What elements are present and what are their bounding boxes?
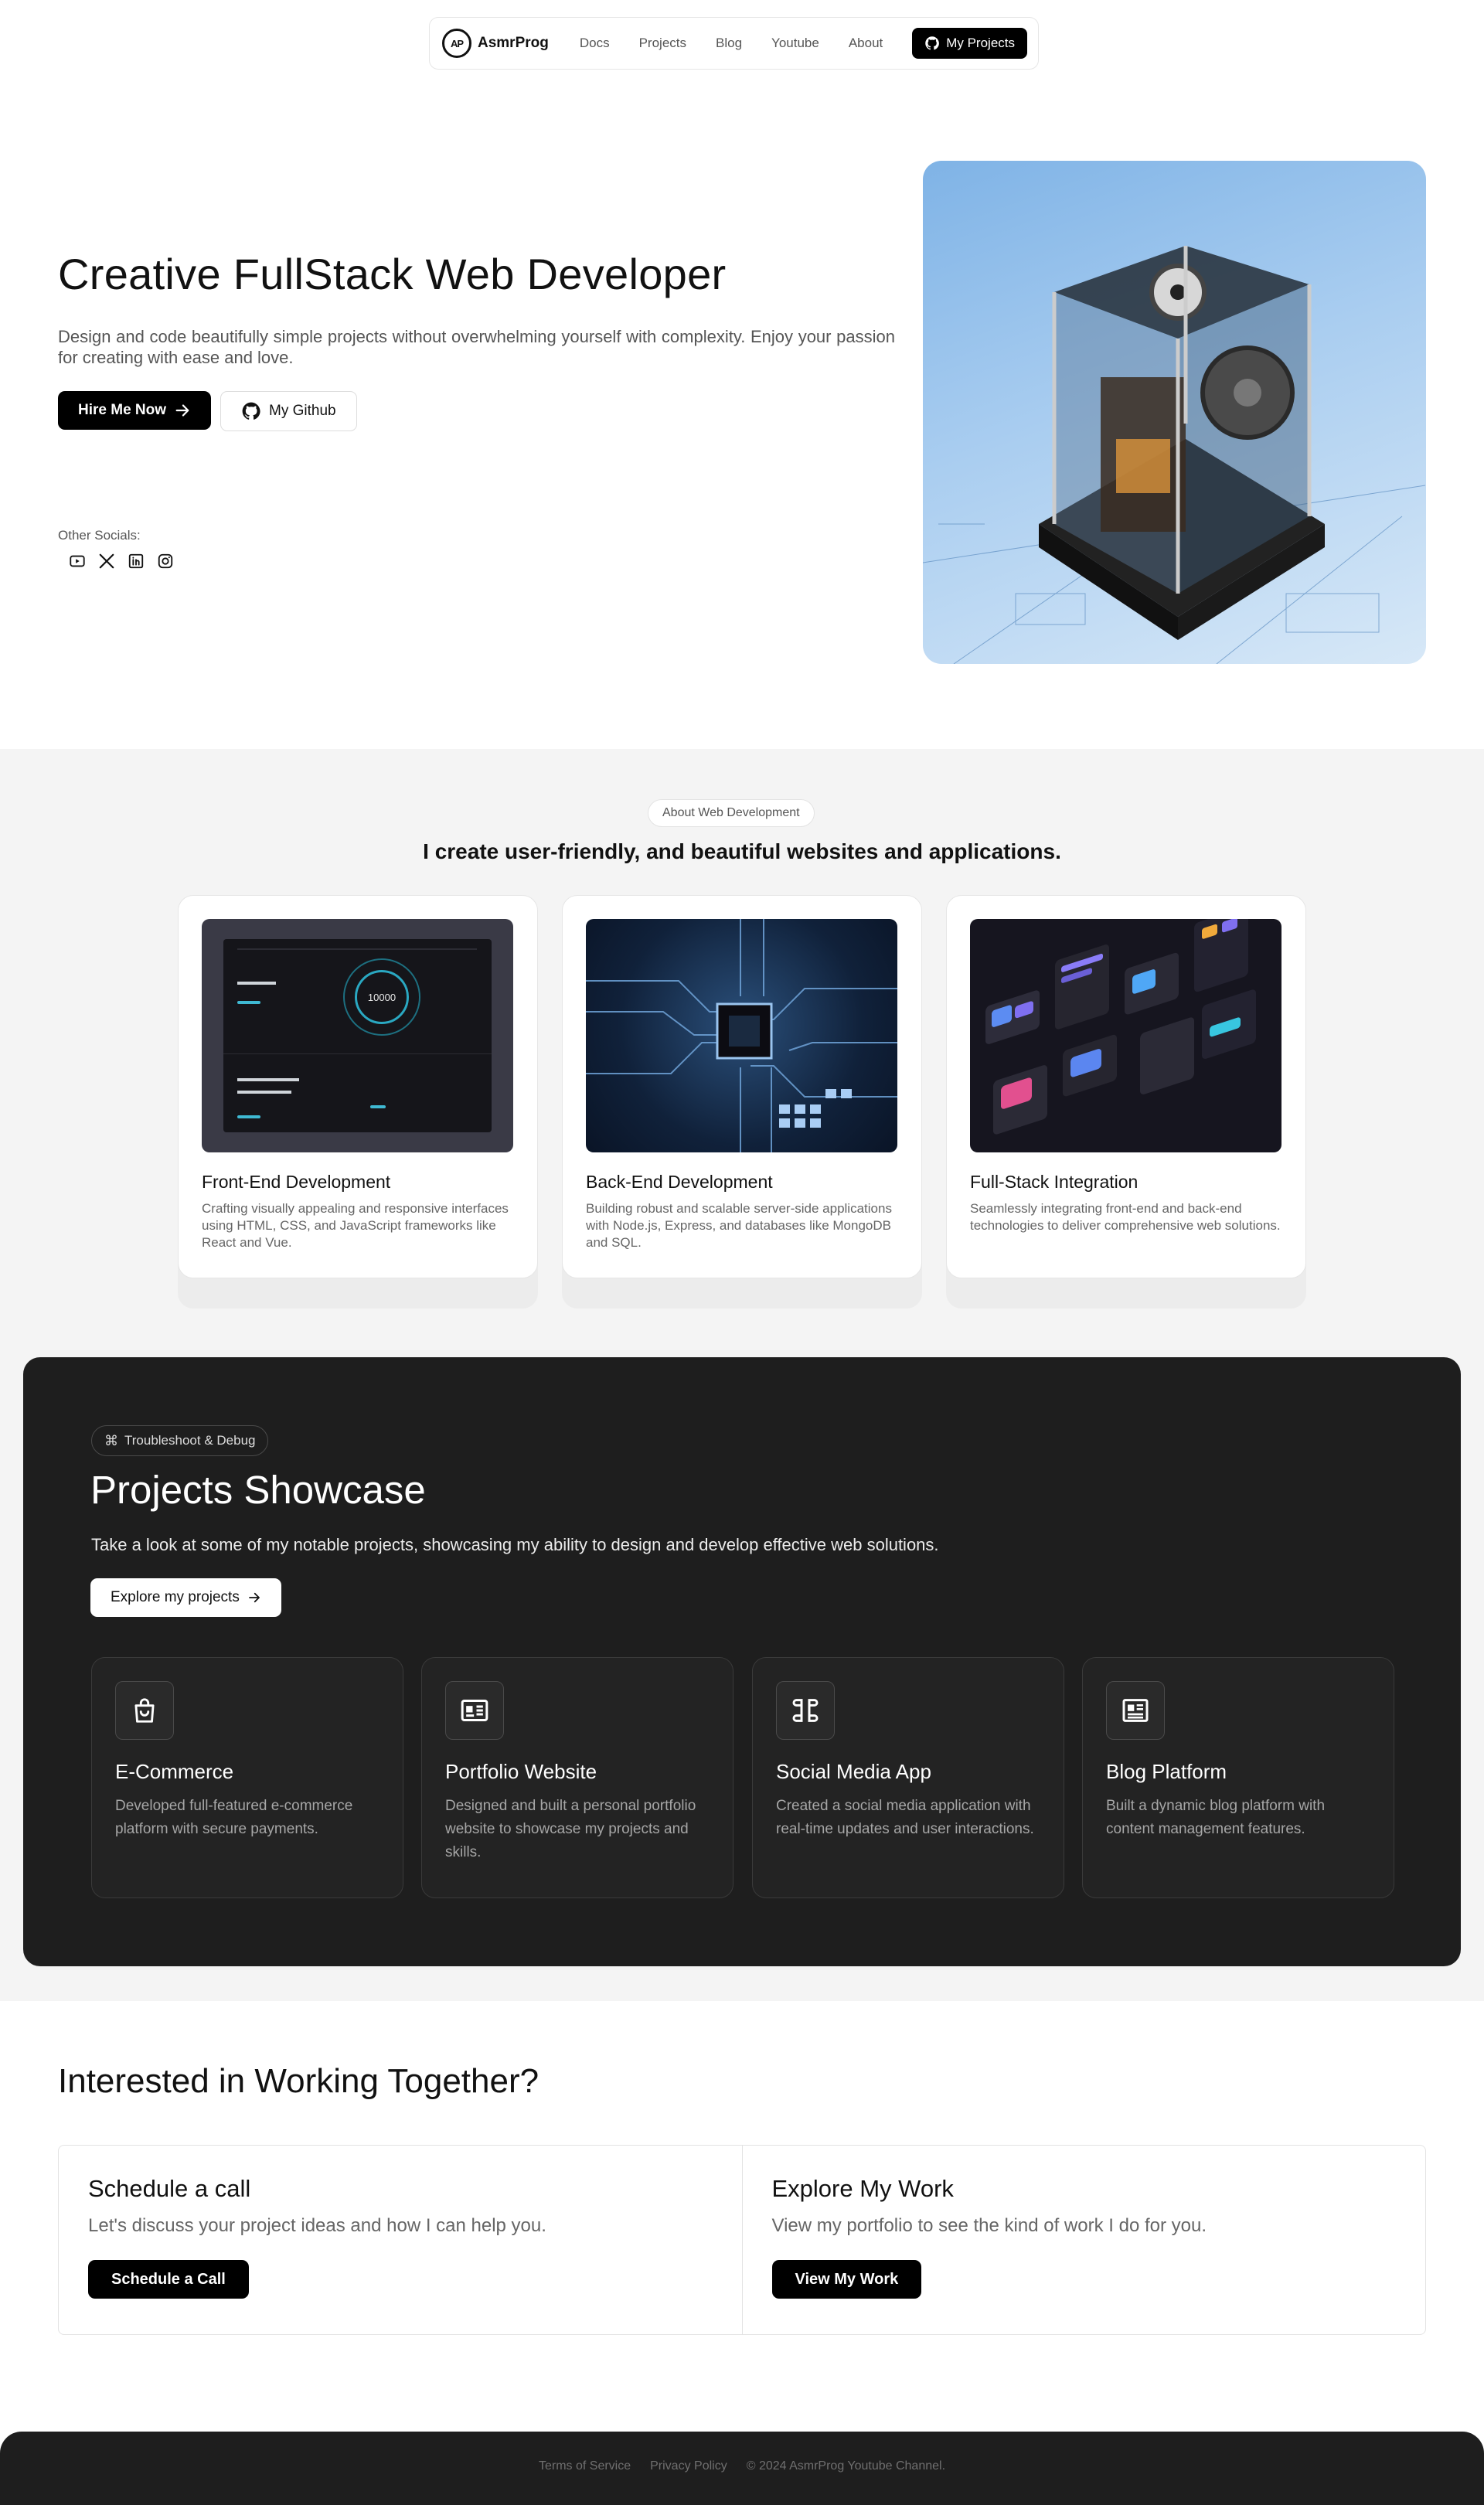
nav-link-about[interactable]: About [849, 36, 883, 51]
project-card-social[interactable]: Social Media App Created a social media … [752, 1657, 1064, 1898]
my-projects-button[interactable]: My Projects [912, 28, 1027, 59]
projects-pill-label: Troubleshoot & Debug [124, 1433, 256, 1448]
nav-links: Docs Projects Blog Youtube About [580, 36, 883, 51]
projects-pill: ⌘ Troubleshoot & Debug [91, 1425, 269, 1456]
frontend-illustration: 10000 [202, 919, 513, 1152]
project-description: Created a social media application with … [776, 1798, 1034, 1837]
fullstack-illustration [970, 919, 1281, 1152]
explore-description: View my portfolio to see the kind of wor… [771, 2215, 1207, 2236]
arrow-right-icon [175, 404, 189, 417]
nav-link-blog[interactable]: Blog [716, 36, 742, 51]
explore-work-panel: Explore My Work View my portfolio to see… [741, 2146, 1426, 2334]
project-title: Social Media App [776, 1760, 931, 1783]
nav-link-docs[interactable]: Docs [580, 36, 610, 51]
service-card-frontend: 10000 Front-End Development Crafting vis… [178, 895, 538, 1278]
command-icon: ⌘ [104, 1432, 118, 1448]
service-title: Back-End Development [586, 1172, 773, 1192]
schedule-call-panel: Schedule a call Let's discuss your proje… [59, 2146, 742, 2334]
brand-link[interactable]: AP AsmrProg [442, 29, 549, 58]
id-card-icon [445, 1681, 504, 1740]
cta-title: Interested in Working Together? [58, 2062, 539, 2100]
privacy-link[interactable]: Privacy Policy [650, 2459, 727, 2473]
linkedin-icon[interactable] [127, 552, 145, 570]
explore-projects-label: Explore my projects [111, 1589, 240, 1605]
instagram-icon[interactable] [156, 552, 175, 570]
view-work-button[interactable]: View My Work [771, 2260, 922, 2299]
backend-illustration [586, 919, 897, 1152]
schedule-title: Schedule a call [88, 2175, 251, 2202]
hire-me-label: Hire Me Now [78, 402, 167, 418]
newspaper-icon [1106, 1681, 1165, 1740]
project-card-portfolio[interactable]: Portfolio Website Designed and built a p… [421, 1657, 733, 1898]
service-description: Seamlessly integrating front-end and bac… [970, 1201, 1281, 1233]
github-icon [242, 402, 260, 420]
counter-text: 10000 [355, 970, 409, 1024]
project-title: E-Commerce [115, 1760, 234, 1783]
hero-description: Design and code beautifully simple proje… [58, 327, 895, 367]
service-card-fullstack: Full-Stack Integration Seamlessly integr… [946, 895, 1306, 1278]
hire-me-button[interactable]: Hire Me Now [58, 391, 212, 430]
nav-link-projects[interactable]: Projects [639, 36, 686, 51]
schedule-description: Let's discuss your project ideas and how… [88, 2215, 546, 2236]
schedule-call-button[interactable]: Schedule a Call [88, 2260, 249, 2299]
project-card-blog[interactable]: Blog Platform Built a dynamic blog platf… [1082, 1657, 1394, 1898]
github-button[interactable]: My Github [220, 391, 357, 431]
service-description: Crafting visually appealing and responsi… [202, 1201, 509, 1250]
x-icon[interactable] [97, 552, 116, 570]
project-description: Built a dynamic blog platform with conte… [1106, 1798, 1326, 1837]
cta-box: Schedule a call Let's discuss your proje… [58, 2145, 1426, 2335]
hero-title: Creative FullStack Web Developer [58, 250, 727, 298]
apps-icon [776, 1681, 835, 1740]
explore-projects-button[interactable]: Explore my projects [90, 1578, 281, 1617]
service-card-backend: Back-End Development Building robust and… [562, 895, 922, 1278]
brand-logo-icon: AP [442, 29, 471, 58]
footer: Terms of Service Privacy Policy © 2024 A… [0, 2432, 1484, 2505]
project-card-ecommerce[interactable]: E-Commerce Developed full-featured e-com… [91, 1657, 403, 1898]
projects-title: Projects Showcase [90, 1468, 426, 1512]
about-pill: About Web Development [648, 799, 815, 827]
youtube-icon[interactable] [68, 552, 87, 570]
github-label: My Github [269, 403, 336, 419]
service-description: Building robust and scalable server-side… [586, 1201, 892, 1250]
top-navbar: AP AsmrProg Docs Projects Blog Youtube A… [429, 17, 1039, 70]
copyright-text: © 2024 AsmrProg Youtube Channel. [746, 2459, 946, 2473]
arrow-right-icon [248, 1592, 260, 1603]
service-title: Full-Stack Integration [970, 1172, 1139, 1192]
explore-title: Explore My Work [771, 2175, 954, 2202]
service-title: Front-End Development [202, 1172, 391, 1192]
hero-buttons: Hire Me Now My Github [58, 391, 357, 431]
github-icon [925, 36, 940, 50]
project-title: Blog Platform [1106, 1760, 1227, 1783]
project-description: Developed full-featured e-commerce platf… [115, 1798, 353, 1837]
project-description: Designed and built a personal portfolio … [445, 1798, 696, 1860]
social-links [68, 552, 175, 570]
brand-name: AsmrProg [478, 35, 549, 51]
nav-link-youtube[interactable]: Youtube [771, 36, 819, 51]
shopping-bag-icon [115, 1681, 174, 1740]
hero-illustration [923, 161, 1426, 664]
project-title: Portfolio Website [445, 1760, 597, 1783]
my-projects-label: My Projects [946, 36, 1015, 50]
projects-description: Take a look at some of my notable projec… [91, 1535, 939, 1554]
terms-link[interactable]: Terms of Service [539, 2459, 631, 2473]
socials-label: Other Socials: [58, 528, 141, 543]
about-title: I create user-friendly, and beautiful we… [423, 839, 1061, 863]
